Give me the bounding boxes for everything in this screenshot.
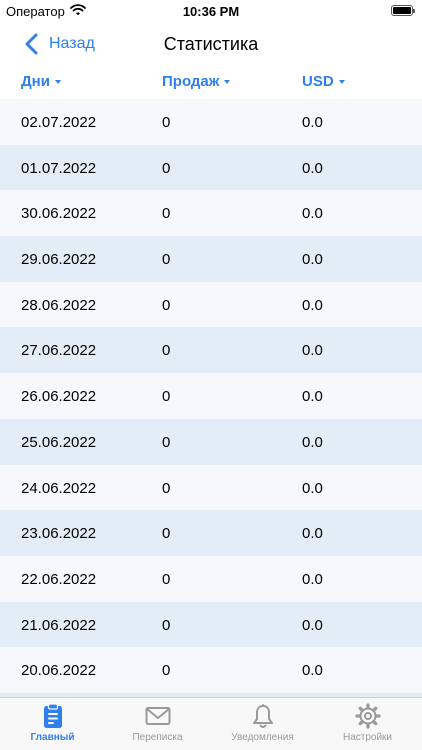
- sort-sales-header[interactable]: Продаж: [162, 73, 231, 90]
- status-bar: Оператор 10:36 PM: [0, 0, 422, 24]
- date-cell: 20.06.2022: [21, 662, 97, 680]
- table-row: 02.07.2022 0 0.0: [0, 99, 422, 145]
- date-cell: 27.06.2022: [21, 342, 97, 360]
- usd-cell: 0.0: [302, 525, 323, 543]
- sales-cell: 0: [162, 525, 171, 543]
- table-row: 27.06.2022 0 0.0: [0, 327, 422, 374]
- caret-down-icon: [224, 80, 231, 84]
- clipboard-icon: [43, 703, 62, 728]
- caret-down-icon: [338, 80, 345, 84]
- tab-notifications-label: Уведомления: [231, 732, 294, 743]
- date-cell: 24.06.2022: [21, 479, 97, 497]
- sales-cell: 0: [162, 159, 171, 177]
- usd-cell: 0.0: [302, 433, 323, 451]
- usd-cell: 0.0: [302, 570, 323, 588]
- table-row: 29.06.2022 0 0.0: [0, 236, 422, 282]
- usd-cell: 0.0: [302, 159, 323, 177]
- usd-cell: 0.0: [302, 662, 323, 680]
- tab-messages[interactable]: Переписка: [105, 702, 210, 750]
- table-row: 22.06.2022 0 0.0: [0, 555, 422, 602]
- date-cell: 02.07.2022: [21, 114, 97, 131]
- bell-icon: [252, 704, 273, 728]
- tab-settings[interactable]: Настройки: [315, 702, 420, 750]
- sales-cell: 0: [162, 251, 171, 269]
- usd-cell: 0.0: [302, 205, 323, 223]
- sort-days-header[interactable]: Дни: [21, 73, 61, 90]
- sales-cell: 0: [162, 433, 171, 451]
- table-row: 01.07.2022 0 0.0: [0, 144, 422, 191]
- column-headers: Дни Продаж USD: [0, 66, 422, 98]
- usd-cell: 0.0: [302, 479, 323, 497]
- tab-bar: Главный Переписка Уведомления Настройки: [0, 697, 422, 750]
- sales-header-label: Продаж: [162, 73, 220, 90]
- status-time: 10:36 PM: [182, 4, 240, 19]
- date-cell: 22.06.2022: [21, 570, 97, 588]
- battery-level: [393, 7, 411, 14]
- gear-icon: [354, 703, 381, 729]
- envelope-icon: [145, 707, 170, 725]
- sales-cell: 0: [162, 388, 171, 406]
- days-header-label: Дни: [21, 73, 50, 90]
- usd-cell: 0.0: [302, 296, 323, 314]
- sales-cell: 0: [162, 616, 171, 634]
- date-cell: 01.07.2022: [21, 159, 97, 177]
- tab-settings-label: Настройки: [342, 732, 393, 743]
- sales-cell: 0: [162, 114, 171, 131]
- navigation-bar: Назад Статистика: [0, 24, 422, 66]
- date-cell: 25.06.2022: [21, 433, 97, 451]
- date-cell: 28.06.2022: [21, 296, 97, 314]
- date-cell: 23.06.2022: [21, 525, 97, 543]
- tab-messages-label: Переписка: [132, 732, 183, 743]
- usd-cell: 0.0: [302, 251, 323, 269]
- date-cell: 21.06.2022: [21, 616, 97, 634]
- usd-header-label: USD: [302, 73, 334, 90]
- usd-cell: 0.0: [302, 616, 323, 634]
- date-cell: 29.06.2022: [21, 251, 97, 269]
- table-row: 30.06.2022 0 0.0: [0, 190, 422, 237]
- caret-down-icon: [54, 80, 61, 84]
- tab-notifications[interactable]: Уведомления: [210, 702, 315, 750]
- table-row: 23.06.2022 0 0.0: [0, 510, 422, 556]
- sales-cell: 0: [162, 479, 171, 497]
- usd-cell: 0.0: [302, 114, 323, 131]
- sales-cell: 0: [162, 570, 171, 588]
- sales-cell: 0: [162, 342, 171, 360]
- sales-cell: 0: [162, 662, 171, 680]
- sort-usd-header[interactable]: USD: [302, 73, 345, 90]
- table-row: 25.06.2022 0 0.0: [0, 418, 422, 465]
- battery-icon: [391, 5, 415, 16]
- table-row: 24.06.2022 0 0.0: [0, 464, 422, 511]
- usd-cell: 0.0: [302, 342, 323, 360]
- tab-main[interactable]: Главный: [0, 702, 105, 750]
- sales-cell: 0: [162, 205, 171, 223]
- table-row: 28.06.2022 0 0.0: [0, 281, 422, 328]
- statistics-table[interactable]: 02.07.2022 0 0.0 01.07.2022 0 0.0 30.06.…: [0, 99, 422, 697]
- page-title: Статистика: [163, 34, 259, 54]
- table-row: 20.06.2022 0 0.0: [0, 647, 422, 693]
- sales-cell: 0: [162, 296, 171, 314]
- date-cell: 30.06.2022: [21, 205, 97, 223]
- date-cell: 26.06.2022: [21, 388, 97, 406]
- usd-cell: 0.0: [302, 388, 323, 406]
- table-row: 21.06.2022 0 0.0: [0, 601, 422, 648]
- table-row: 26.06.2022 0 0.0: [0, 373, 422, 419]
- tab-main-label: Главный: [30, 732, 75, 743]
